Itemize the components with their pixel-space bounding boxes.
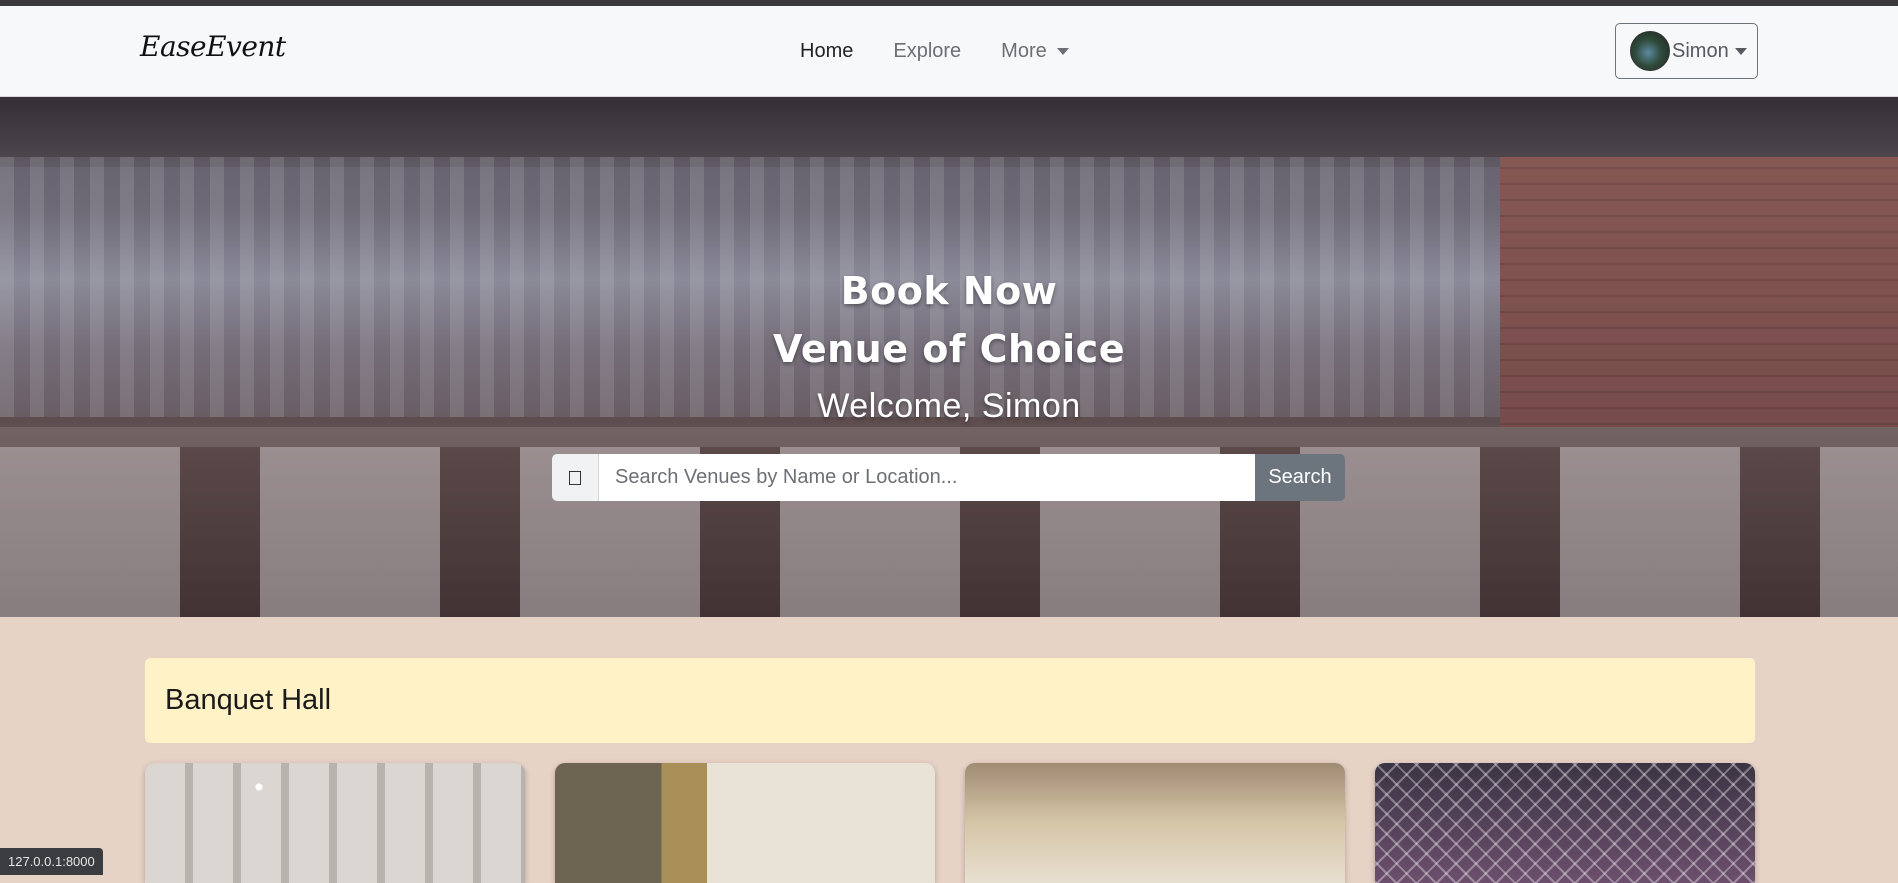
- hero-welcome: Welcome, Simon: [817, 387, 1081, 425]
- venue-card[interactable]: [145, 763, 525, 883]
- nav-links: Home Explore More: [800, 6, 1069, 96]
- chevron-down-icon: [1056, 47, 1069, 55]
- hero-heading-line1: Book Now: [840, 269, 1058, 313]
- nav-explore[interactable]: Explore: [893, 40, 961, 63]
- user-name: Simon: [1672, 39, 1729, 62]
- venue-card[interactable]: [555, 763, 935, 883]
- hero-heading-line2: Venue of Choice: [773, 327, 1125, 371]
- section-title: Banquet Hall: [165, 684, 332, 716]
- venue-card[interactable]: [1375, 763, 1755, 883]
- search-input[interactable]: [599, 454, 1255, 501]
- nav-more-label: More: [1001, 39, 1047, 62]
- venue-card[interactable]: [965, 763, 1345, 883]
- section-header: Banquet Hall: [145, 658, 1755, 743]
- chevron-down-icon: [1734, 47, 1747, 55]
- hero-banner: Book Now Venue of Choice Welcome, Simon …: [0, 97, 1898, 617]
- search-addon: [552, 454, 599, 501]
- search-button[interactable]: Search: [1255, 454, 1345, 501]
- brand-logo[interactable]: EaseEvent: [140, 30, 286, 63]
- avatar: [1630, 31, 1670, 71]
- user-menu-button[interactable]: Simon: [1615, 23, 1758, 79]
- nav-home[interactable]: Home: [800, 40, 853, 63]
- navbar: EaseEvent Home Explore More Simon: [0, 6, 1898, 97]
- search-bar: Search: [552, 454, 1345, 501]
- nav-more-dropdown[interactable]: More: [1001, 40, 1069, 63]
- status-bar-url: 127.0.0.1:8000: [0, 848, 103, 875]
- search-icon: [569, 470, 581, 485]
